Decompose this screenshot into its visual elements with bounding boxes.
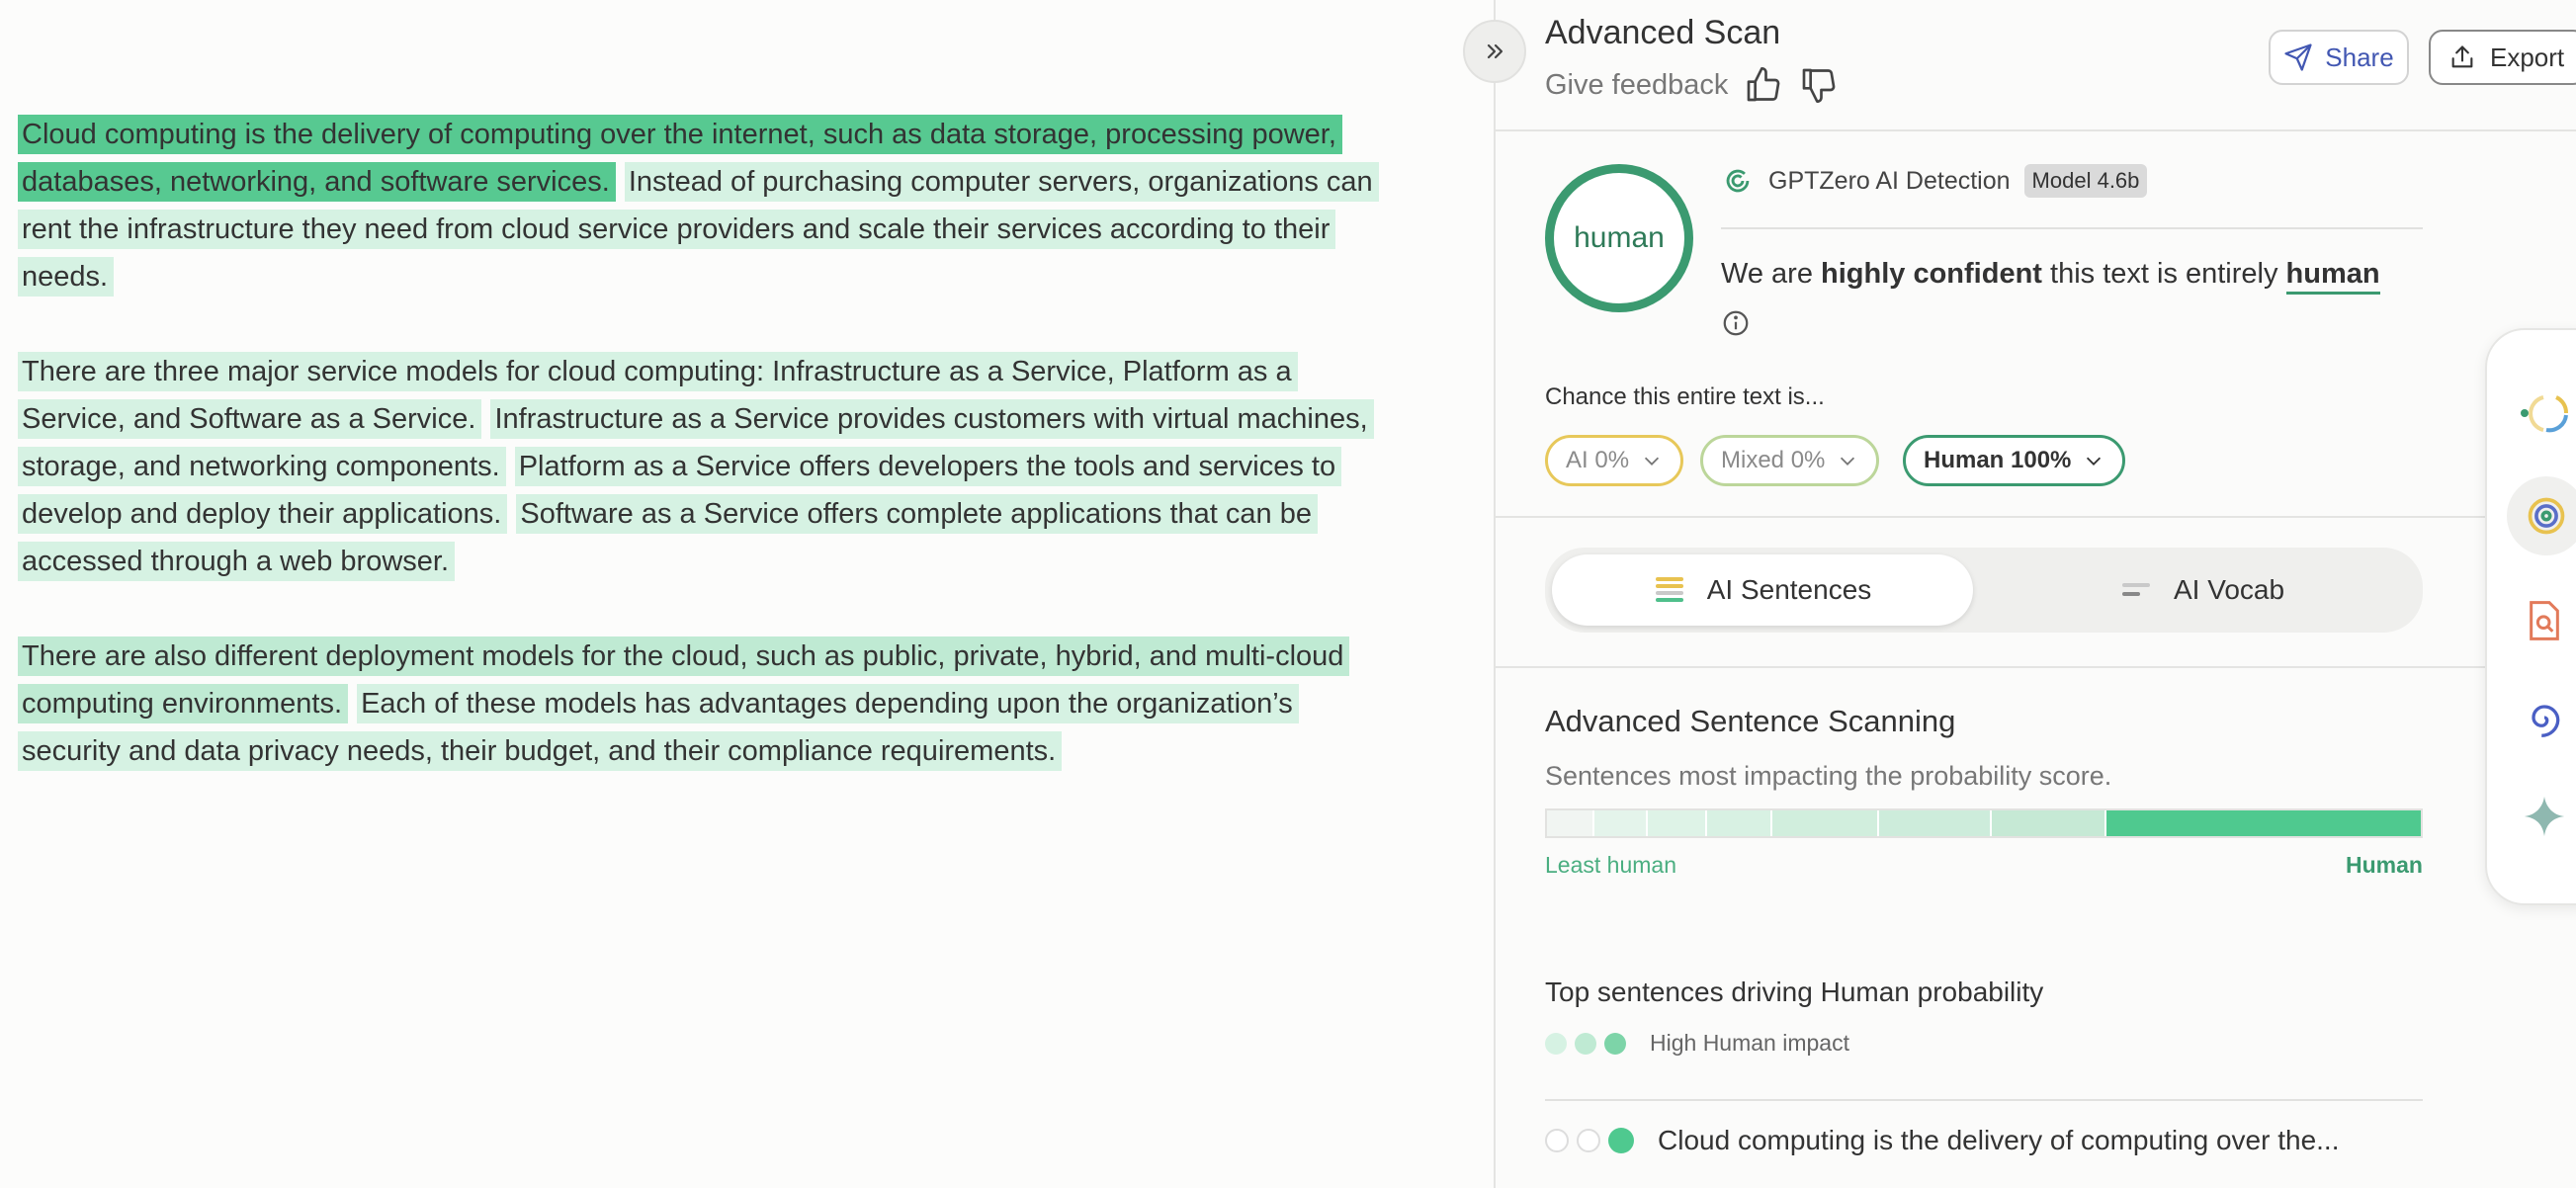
impact-legend: High Human impact: [1545, 1030, 1849, 1057]
verdict-text: We are highly confident this text is ent…: [1721, 258, 2380, 295]
advanced-scan-panel: Advanced Scan Give feedback Share Export…: [1494, 0, 2576, 1188]
double-chevron-right-icon: [1487, 43, 1503, 59]
upload-icon: [2451, 45, 2473, 68]
chevron-down-icon: [2087, 457, 2102, 466]
scale-segment: [2106, 810, 2421, 836]
feedback-row: Give feedback: [1545, 65, 1839, 105]
impact-dot: [1577, 1129, 1600, 1152]
scale-segment: [1772, 810, 1879, 836]
divider: [1496, 516, 2576, 518]
ai-detection-icon[interactable]: [2507, 476, 2576, 555]
thumbs-down-icon[interactable]: [1799, 65, 1839, 105]
scale-segment: [1547, 810, 1594, 836]
section-title: Advanced Sentence Scanning: [1545, 704, 1956, 738]
detector-name: GPTZero AI Detection: [1768, 166, 2011, 195]
vocab-icon: [2121, 583, 2150, 596]
scale-segment: [1992, 810, 2106, 836]
scale-segment: [1594, 810, 1648, 836]
feedback-label: Give feedback: [1545, 68, 1729, 101]
result-label: human: [1574, 221, 1665, 254]
paragraph: There are also different deployment mode…: [18, 633, 1392, 775]
paragraph: There are three major service models for…: [18, 348, 1392, 585]
mixed-percent-dropdown[interactable]: Mixed 0%: [1700, 435, 1880, 486]
human-percent-dropdown[interactable]: Human 100%: [1903, 435, 2126, 486]
scan-status-icon[interactable]: [2517, 385, 2572, 441]
section-subtitle: Sentences most impacting the probability…: [1545, 761, 2112, 791]
chevron-down-icon: [1841, 457, 1855, 466]
scale-left-label: Least human: [1545, 852, 1676, 878]
share-button[interactable]: Share: [2269, 30, 2409, 85]
divider: [1496, 666, 2576, 668]
export-label: Export: [2490, 42, 2565, 72]
tab-ai-vocab[interactable]: AI Vocab: [1990, 554, 2415, 626]
top-sentence-text: Cloud computing is the delivery of compu…: [1658, 1125, 2340, 1155]
impact-dot: [1604, 1032, 1626, 1055]
ai-percent-dropdown[interactable]: AI 0%: [1545, 435, 1684, 486]
view-tabs: AI Sentences AI Vocab: [1545, 548, 2423, 633]
scale-segment: [1707, 810, 1772, 836]
impact-dot: [1608, 1128, 1634, 1153]
chevron-down-icon: [1644, 457, 1660, 466]
sparkle-icon[interactable]: [2517, 789, 2572, 844]
impact-label: High Human impact: [1650, 1030, 1849, 1056]
document-text[interactable]: Cloud computing is the delivery of compu…: [18, 111, 1392, 822]
probability-scale: [1545, 808, 2423, 838]
floating-toolbar: [2485, 328, 2576, 905]
sentences-icon: [1655, 577, 1683, 602]
detector-row: GPTZero AI Detection Model 4.6b: [1721, 164, 2148, 198]
scale-segment: [1879, 810, 1992, 836]
chance-label: Chance this entire text is...: [1545, 383, 1825, 410]
confidence-level: highly confident: [1821, 258, 2042, 290]
list-item[interactable]: Cloud computing is the delivery of compu…: [1545, 1125, 2339, 1156]
divider: [1496, 129, 2576, 131]
scale-right-label: Human: [2346, 852, 2423, 878]
gptzero-logo-icon: [1726, 169, 1750, 193]
verdict-class[interactable]: human: [2285, 258, 2380, 295]
impact-dot: [1545, 1129, 1569, 1152]
collapse-panel-button[interactable]: [1463, 20, 1526, 83]
thumbs-up-icon[interactable]: [1744, 65, 1783, 105]
divider: [1545, 1099, 2423, 1101]
result-circle: human: [1545, 164, 1693, 312]
impact-dot: [1545, 1032, 1567, 1055]
panel-title: Advanced Scan: [1545, 14, 1781, 51]
paragraph: Cloud computing is the delivery of compu…: [18, 111, 1392, 300]
export-button[interactable]: Export: [2429, 30, 2576, 85]
impact-dot: [1575, 1032, 1596, 1055]
send-icon: [2284, 43, 2312, 71]
document-search-icon[interactable]: [2517, 593, 2572, 648]
share-label: Share: [2325, 42, 2394, 72]
tab-ai-sentences[interactable]: AI Sentences: [1552, 554, 1973, 626]
info-icon[interactable]: [1721, 308, 1751, 343]
scale-segment: [1648, 810, 1707, 836]
spiral-icon[interactable]: [2517, 690, 2572, 745]
divider: [1721, 227, 2423, 229]
model-badge: Model 4.6b: [2023, 164, 2148, 198]
top-sentences-title: Top sentences driving Human probability: [1545, 976, 2044, 1007]
